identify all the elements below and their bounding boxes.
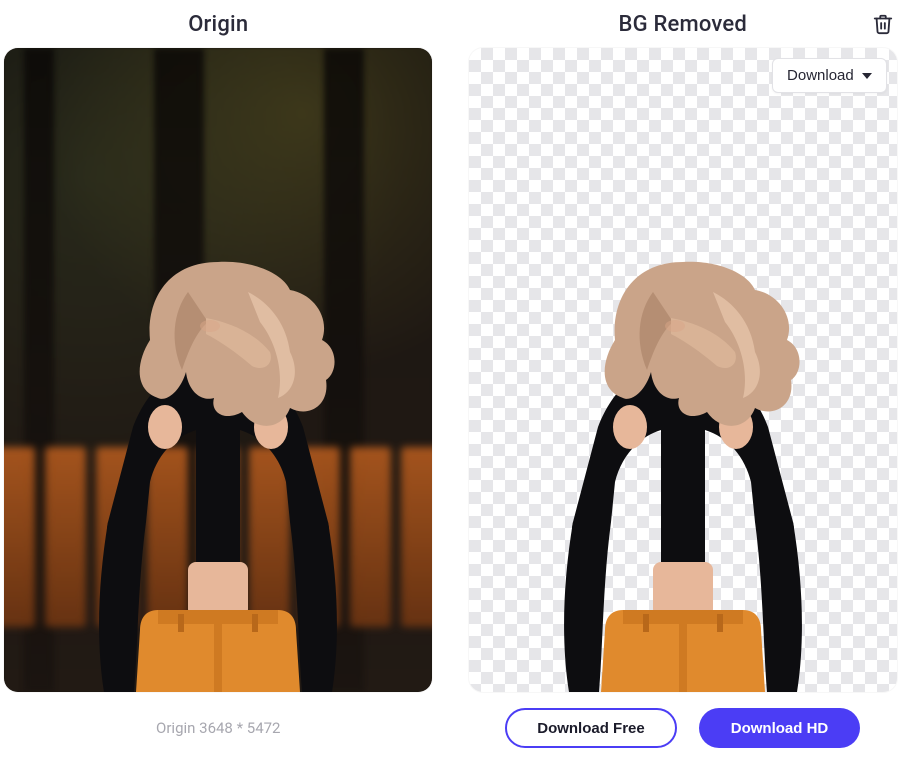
removed-column: BG Removed Download Download Free Down: [469, 0, 898, 754]
removed-image-panel: Download: [469, 48, 897, 692]
trash-icon: [872, 13, 894, 35]
download-dropdown-label: Download: [787, 67, 854, 84]
origin-title: Origin: [188, 12, 248, 37]
origin-person: [38, 222, 398, 692]
removed-footer: Download Free Download HD: [469, 702, 898, 754]
origin-column: Origin Origin 3648 * 5472: [4, 0, 433, 754]
removed-person: [503, 222, 863, 692]
download-dropdown[interactable]: Download: [772, 58, 887, 93]
removed-title: BG Removed: [619, 12, 747, 37]
download-free-button[interactable]: Download Free: [505, 708, 677, 748]
download-hd-button[interactable]: Download HD: [699, 708, 861, 748]
origin-image-panel: [4, 48, 432, 692]
origin-footer: Origin 3648 * 5472: [4, 702, 433, 754]
chevron-down-icon: [862, 73, 872, 79]
delete-button[interactable]: [869, 10, 897, 38]
origin-header: Origin: [4, 0, 433, 48]
removed-header: BG Removed: [469, 0, 898, 48]
origin-dimensions: Origin 3648 * 5472: [156, 719, 280, 737]
